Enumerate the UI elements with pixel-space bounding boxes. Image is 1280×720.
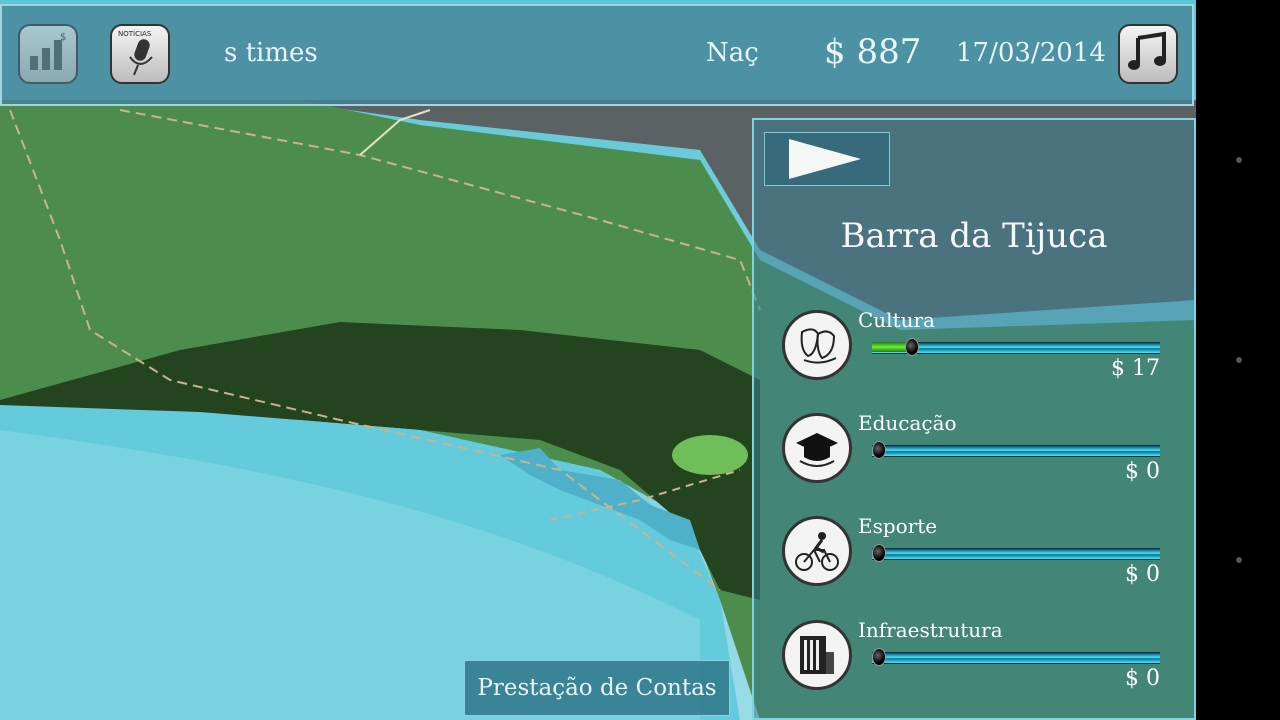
category-value: $ 0	[1125, 562, 1160, 587]
region-panel: Barra da Tijuca Cultura $ 17 Educação $ …	[752, 118, 1196, 720]
game-viewport: $ NOTÍCIAS s times Naç $ 887 17/03/2014	[0, 0, 1196, 720]
nav-back-icon[interactable]	[1236, 157, 1242, 163]
slider-fill	[872, 342, 909, 352]
slider-knob[interactable]	[872, 441, 886, 459]
nation-label: Naç	[706, 38, 759, 68]
category-label: Cultura	[858, 308, 935, 332]
slider-track	[872, 652, 1160, 664]
budget-slider[interactable]	[872, 648, 1160, 666]
slider-track	[872, 445, 1160, 457]
category-value: $ 0	[1125, 666, 1160, 691]
news-ticker: s times	[224, 38, 318, 68]
play-button[interactable]	[764, 132, 890, 186]
graduation-cap-icon	[782, 413, 852, 483]
category-esporte: Esporte $ 0	[782, 514, 1192, 606]
slider-track	[872, 548, 1160, 560]
theater-masks-icon	[782, 310, 852, 380]
category-cultura: Cultura $ 17	[782, 308, 1192, 400]
category-infraestrutura: Infraestrutura $ 0	[782, 618, 1192, 710]
category-value: $ 17	[1111, 356, 1160, 381]
category-label: Infraestrutura	[858, 618, 1003, 642]
date-display: 17/03/2014	[956, 38, 1106, 68]
region-title: Barra da Tijuca	[840, 216, 1108, 256]
microphone-icon: NOTÍCIAS	[116, 27, 164, 81]
nav-home-icon[interactable]	[1236, 357, 1242, 363]
budget-slider[interactable]	[872, 544, 1160, 562]
svg-text:$: $	[60, 32, 66, 43]
slider-knob[interactable]	[872, 648, 886, 666]
nav-recent-icon[interactable]	[1236, 557, 1242, 563]
budget-slider[interactable]	[872, 338, 1160, 356]
budget-slider[interactable]	[872, 441, 1160, 459]
cyclist-icon	[782, 516, 852, 586]
category-educacao: Educação $ 0	[782, 411, 1192, 503]
news-button[interactable]: NOTÍCIAS	[110, 24, 170, 84]
building-icon	[782, 620, 852, 690]
music-note-icon	[1126, 30, 1170, 78]
stats-button[interactable]: $	[18, 24, 78, 84]
money-display: $ 887	[824, 32, 922, 72]
bar-chart-icon: $	[26, 30, 70, 78]
slider-knob[interactable]	[905, 338, 919, 356]
play-arrow-icon	[765, 139, 891, 191]
music-button[interactable]	[1118, 24, 1178, 84]
category-label: Educação	[858, 411, 957, 435]
top-bar: $ NOTÍCIAS s times Naç $ 887 17/03/2014	[0, 4, 1194, 106]
category-label: Esporte	[858, 514, 938, 538]
category-value: $ 0	[1125, 459, 1160, 484]
slider-knob[interactable]	[872, 544, 886, 562]
news-icon-label: NOTÍCIAS	[118, 29, 152, 38]
accounts-button[interactable]: Prestação de Contas	[464, 660, 730, 716]
